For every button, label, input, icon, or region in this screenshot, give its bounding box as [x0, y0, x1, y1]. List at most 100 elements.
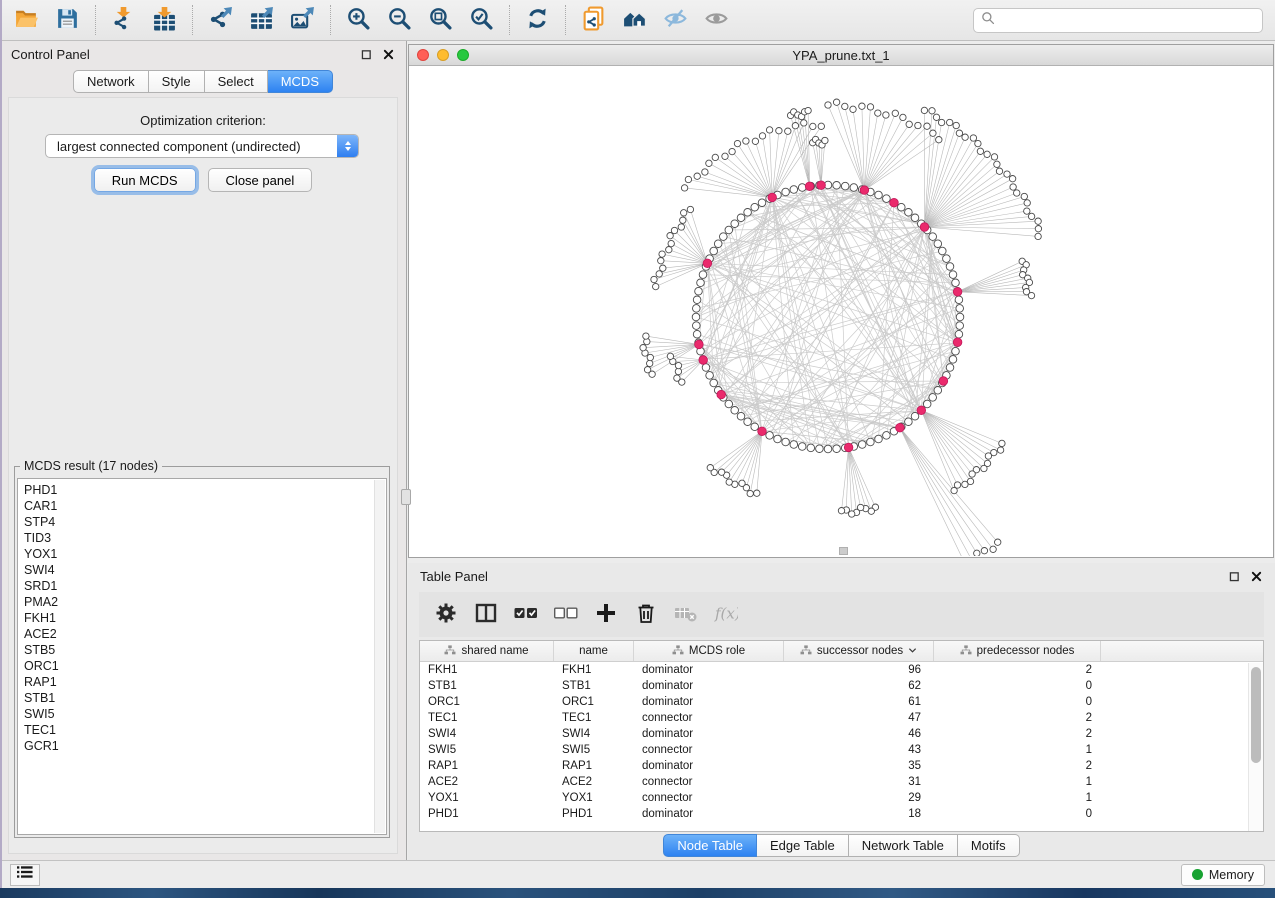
- mcds-result-item[interactable]: PMA2: [18, 594, 386, 610]
- close-panel-button[interactable]: [382, 48, 395, 61]
- table-row[interactable]: SWI5SWI5connector431: [420, 742, 1263, 758]
- zoom-out-button[interactable]: [379, 2, 420, 39]
- table-row[interactable]: TEC1TEC1connector472: [420, 710, 1263, 726]
- tab-network-table[interactable]: Network Table: [849, 834, 958, 857]
- zoom-in-button[interactable]: [338, 2, 379, 39]
- network-canvas[interactable]: [409, 66, 1273, 556]
- table-scrollbar-thumb[interactable]: [1251, 667, 1261, 763]
- close-panel-button[interactable]: Close panel: [208, 168, 313, 192]
- close-panel-button[interactable]: [1250, 570, 1263, 583]
- export-image-icon: [290, 6, 315, 34]
- select-first-neighbors-button[interactable]: [614, 2, 655, 39]
- tab-mcds[interactable]: MCDS: [268, 70, 333, 93]
- import-table-button[interactable]: [144, 2, 185, 39]
- cell-name: YOX1: [554, 792, 634, 804]
- clone-network-icon: [581, 6, 606, 34]
- import-network-button[interactable]: [103, 2, 144, 39]
- table-row[interactable]: STB1STB1dominator620: [420, 678, 1263, 694]
- memory-status-dot: [1192, 869, 1203, 880]
- tab-select[interactable]: Select: [205, 70, 268, 93]
- deselect-all-columns-button[interactable]: [547, 597, 584, 633]
- show-all-button[interactable]: [696, 2, 737, 39]
- mcds-result-list[interactable]: PHD1CAR1STP4TID3YOX1SWI4SRD1PMA2FKH1ACE2…: [17, 478, 387, 835]
- tab-node-table[interactable]: Node Table: [663, 834, 757, 857]
- table-panel-title: Table Panel: [420, 569, 488, 584]
- mcds-result-item[interactable]: FKH1: [18, 610, 386, 626]
- columns-icon: [474, 601, 498, 628]
- show-column-panel-button[interactable]: [467, 597, 504, 633]
- splitter-handle[interactable]: [401, 489, 411, 505]
- canvas-scroll-thumb[interactable]: [839, 547, 848, 555]
- mcds-result-item[interactable]: SRD1: [18, 578, 386, 594]
- mcds-result-item[interactable]: CAR1: [18, 498, 386, 514]
- first-neighbors-icon: [622, 6, 647, 34]
- cell-shared-name: ORC1: [420, 696, 554, 708]
- export-table-button[interactable]: [241, 2, 282, 39]
- cell-mcds-role: connector: [634, 792, 784, 804]
- memory-button[interactable]: Memory: [1181, 864, 1265, 886]
- tab-motifs[interactable]: Motifs: [958, 834, 1020, 857]
- mcds-result-item[interactable]: ORC1: [18, 658, 386, 674]
- float-panel-button[interactable]: [360, 48, 373, 61]
- close-window-button[interactable]: [417, 49, 429, 61]
- mcds-result-item[interactable]: SWI4: [18, 562, 386, 578]
- mcds-result-item[interactable]: STB1: [18, 690, 386, 706]
- table-row[interactable]: FKH1FKH1dominator962: [420, 662, 1263, 678]
- tab-style[interactable]: Style: [149, 70, 205, 93]
- import-table-icon: [152, 6, 177, 34]
- zoom-window-button[interactable]: [457, 49, 469, 61]
- mcds-result-item[interactable]: SWI5: [18, 706, 386, 722]
- network-graph[interactable]: [409, 66, 1273, 556]
- zoom-fit-button[interactable]: [420, 2, 461, 39]
- tab-edge-table[interactable]: Edge Table: [757, 834, 849, 857]
- mcds-result-item[interactable]: ACE2: [18, 626, 386, 642]
- clone-network-button[interactable]: [573, 2, 614, 39]
- export-network-button[interactable]: [200, 2, 241, 39]
- minimize-window-button[interactable]: [437, 49, 449, 61]
- open-file-button[interactable]: [6, 2, 47, 39]
- mcds-list-scrollbar[interactable]: [374, 480, 385, 833]
- column-header-shared-name[interactable]: shared name: [420, 641, 554, 661]
- task-history-button[interactable]: [10, 864, 40, 886]
- table-row[interactable]: SWI4SWI4dominator462: [420, 726, 1263, 742]
- mcds-result-item[interactable]: RAP1: [18, 674, 386, 690]
- delete-columns-button[interactable]: [627, 597, 664, 633]
- mcds-result-item[interactable]: STP4: [18, 514, 386, 530]
- export-image-button[interactable]: [282, 2, 323, 39]
- column-header-predecessor-nodes[interactable]: predecessor nodes: [934, 641, 1101, 661]
- optimization-criterion-select[interactable]: largest connected component (undirected): [45, 134, 359, 158]
- toolbar-separator: [95, 5, 96, 35]
- tab-network[interactable]: Network: [73, 70, 149, 93]
- column-header-successor-nodes[interactable]: successor nodes: [784, 641, 934, 661]
- search-input[interactable]: [1000, 11, 1262, 31]
- cell-mcds-role: dominator: [634, 664, 784, 676]
- network-window: YPA_prune.txt_1: [408, 44, 1274, 558]
- mcds-result-item[interactable]: GCR1: [18, 738, 386, 754]
- cell-predecessors: 2: [934, 664, 1101, 676]
- table-row[interactable]: ACE2ACE2connector311: [420, 774, 1263, 790]
- mcds-result-item[interactable]: TEC1: [18, 722, 386, 738]
- select-all-columns-button[interactable]: [507, 597, 544, 633]
- table-row[interactable]: RAP1RAP1dominator352: [420, 758, 1263, 774]
- network-window-titlebar[interactable]: YPA_prune.txt_1: [409, 45, 1273, 66]
- run-mcds-button[interactable]: Run MCDS: [94, 168, 196, 192]
- table-scrollbar[interactable]: [1248, 663, 1263, 831]
- zoom-selected-icon: [469, 6, 494, 34]
- table-row[interactable]: YOX1YOX1connector291: [420, 790, 1263, 806]
- column-header-mcds-role[interactable]: MCDS role: [634, 641, 784, 661]
- float-panel-button[interactable]: [1228, 570, 1241, 583]
- mcds-result-item[interactable]: TID3: [18, 530, 386, 546]
- table-row[interactable]: ORC1ORC1dominator610: [420, 694, 1263, 710]
- column-header-name[interactable]: name: [554, 641, 634, 661]
- mcds-result-item[interactable]: STB5: [18, 642, 386, 658]
- save-session-button[interactable]: [47, 2, 88, 39]
- create-column-button[interactable]: [587, 597, 624, 633]
- hide-selected-button[interactable]: [655, 2, 696, 39]
- refresh-layout-button[interactable]: [517, 2, 558, 39]
- table-options-button[interactable]: [427, 597, 464, 633]
- mcds-result-item[interactable]: YOX1: [18, 546, 386, 562]
- mcds-result-item[interactable]: PHD1: [18, 482, 386, 498]
- zoom-fit-icon: [428, 6, 453, 34]
- table-row[interactable]: PHD1PHD1dominator180: [420, 806, 1263, 822]
- zoom-selected-button[interactable]: [461, 2, 502, 39]
